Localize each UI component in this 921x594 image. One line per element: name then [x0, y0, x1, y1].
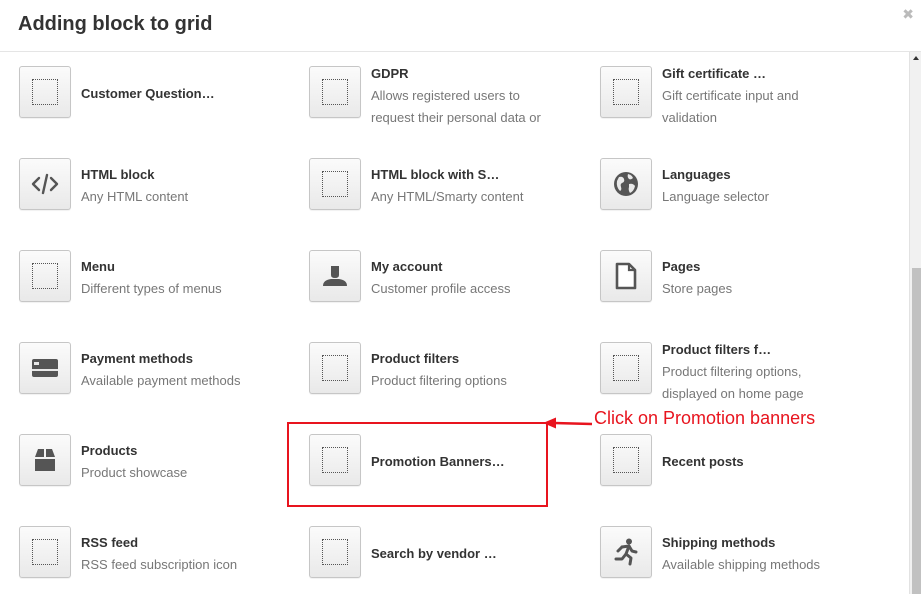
user-icon — [323, 266, 347, 286]
block-description: Product filtering options, displayed on … — [662, 364, 804, 401]
placeholder-icon — [32, 539, 58, 565]
block-description: Different types of menus — [81, 281, 222, 296]
block-description: Allows registered users to request their… — [371, 88, 541, 125]
block-icon-button[interactable] — [309, 158, 361, 210]
placeholder-icon — [613, 79, 639, 105]
block-item-search-by-vendor[interactable]: Search by vendor … — [309, 526, 599, 594]
block-description: Available shipping methods — [662, 557, 821, 572]
dialog-title: Adding block to grid — [18, 13, 213, 35]
block-title[interactable]: Product filters — [371, 348, 561, 370]
block-item-rss-feed[interactable]: RSS feed RSS feed subscription icon — [19, 526, 309, 594]
block-icon-button[interactable] — [600, 66, 652, 118]
block-title[interactable]: Product filters f… — [662, 339, 832, 361]
block-grid: Customer Question… GDPR Allows registere… — [0, 52, 909, 594]
placeholder-icon — [322, 79, 348, 105]
block-item-promotion-banners[interactable]: Promotion Banners… — [309, 434, 599, 514]
block-description: Product filtering options — [371, 373, 507, 388]
block-item-gdpr[interactable]: GDPR Allows registered users to request … — [309, 66, 599, 146]
placeholder-icon — [32, 79, 58, 105]
block-icon-button[interactable] — [600, 158, 652, 210]
block-title[interactable]: Menu — [81, 256, 271, 278]
block-item-product-filters[interactable]: Product filters Product filtering option… — [309, 342, 599, 422]
block-icon-button[interactable] — [19, 66, 71, 118]
scrollbar-thumb[interactable] — [912, 268, 921, 594]
block-title[interactable]: Search by vendor … — [371, 543, 497, 565]
block-icon-button[interactable] — [309, 342, 361, 394]
block-title[interactable]: Products — [81, 440, 271, 462]
block-icon-button[interactable] — [19, 434, 71, 486]
block-icon-button[interactable] — [309, 434, 361, 486]
block-icon-button[interactable] — [309, 526, 361, 578]
dialog-header: Adding block to grid ✖ — [0, 0, 921, 52]
block-title[interactable]: Recent posts — [662, 451, 744, 473]
block-title[interactable]: Pages — [662, 256, 852, 278]
block-icon-button[interactable] — [19, 526, 71, 578]
placeholder-icon — [322, 355, 348, 381]
block-title[interactable]: Customer Question… — [81, 83, 215, 105]
placeholder-icon — [322, 447, 348, 473]
globe-icon — [614, 172, 638, 196]
block-title[interactable]: RSS feed — [81, 532, 271, 554]
file-icon — [615, 262, 637, 290]
block-item-html-block[interactable]: HTML block Any HTML content — [19, 158, 309, 238]
block-description: Any HTML/Smarty content — [371, 189, 524, 204]
block-title[interactable]: Payment methods — [81, 348, 271, 370]
annotation-text: Click on Promotion banners — [594, 408, 816, 428]
block-item-products[interactable]: Products Product showcase — [19, 434, 309, 514]
annotation-arrow-icon — [543, 417, 593, 429]
block-title[interactable]: Shipping methods — [662, 532, 852, 554]
placeholder-icon — [613, 355, 639, 381]
placeholder-icon — [613, 447, 639, 473]
block-icon-button[interactable] — [19, 342, 71, 394]
block-item-html-smarty[interactable]: HTML block with S… Any HTML/Smarty conte… — [309, 158, 599, 238]
block-description: RSS feed subscription icon — [81, 557, 238, 572]
placeholder-icon — [322, 171, 348, 197]
block-title[interactable]: My account — [371, 256, 561, 278]
block-icon-button[interactable] — [600, 250, 652, 302]
close-icon[interactable]: ✖ — [902, 6, 914, 22]
block-description: Any HTML content — [81, 189, 189, 204]
vertical-scrollbar[interactable] — [909, 52, 921, 594]
block-description: Gift certificate input and validation — [662, 88, 799, 125]
block-item-gift-certificate[interactable]: Gift certificate … Gift certificate inpu… — [600, 66, 890, 146]
block-title[interactable]: Languages — [662, 164, 852, 186]
block-title[interactable]: HTML block — [81, 164, 271, 186]
block-icon-button[interactable] — [309, 66, 361, 118]
block-title[interactable]: GDPR — [371, 63, 561, 85]
block-description: Language selector — [662, 189, 769, 204]
block-title[interactable]: Gift certificate … — [662, 63, 822, 85]
box-icon — [35, 449, 55, 471]
block-icon-button[interactable] — [600, 342, 652, 394]
block-icon-button[interactable] — [19, 158, 71, 210]
block-description: Store pages — [662, 281, 733, 296]
code-icon — [31, 173, 59, 195]
block-item-languages[interactable]: Languages Language selector — [600, 158, 890, 238]
block-title[interactable]: HTML block with S… — [371, 164, 561, 186]
block-item-recent-posts[interactable]: Recent posts — [600, 434, 890, 514]
running-man-icon — [614, 538, 638, 566]
placeholder-icon — [322, 539, 348, 565]
block-item-payment-methods[interactable]: Payment methods Available payment method… — [19, 342, 309, 422]
block-description: Available payment methods — [81, 373, 241, 388]
block-item-customer-questions[interactable]: Customer Question… — [19, 66, 309, 146]
block-icon-button[interactable] — [19, 250, 71, 302]
block-title[interactable]: Promotion Banners… — [371, 451, 505, 473]
block-item-pages[interactable]: Pages Store pages — [600, 250, 890, 330]
block-item-shipping-methods[interactable]: Shipping methods Available shipping meth… — [600, 526, 890, 594]
block-description: Customer profile access — [371, 281, 511, 296]
placeholder-icon — [32, 263, 58, 289]
block-icon-button[interactable] — [600, 434, 652, 486]
block-item-menu[interactable]: Menu Different types of menus — [19, 250, 309, 330]
credit-card-icon — [32, 359, 58, 377]
block-icon-button[interactable] — [309, 250, 361, 302]
scroll-up-arrow-icon[interactable] — [913, 56, 919, 60]
block-description: Product showcase — [81, 465, 188, 480]
block-item-my-account[interactable]: My account Customer profile access — [309, 250, 599, 330]
block-icon-button[interactable] — [600, 526, 652, 578]
